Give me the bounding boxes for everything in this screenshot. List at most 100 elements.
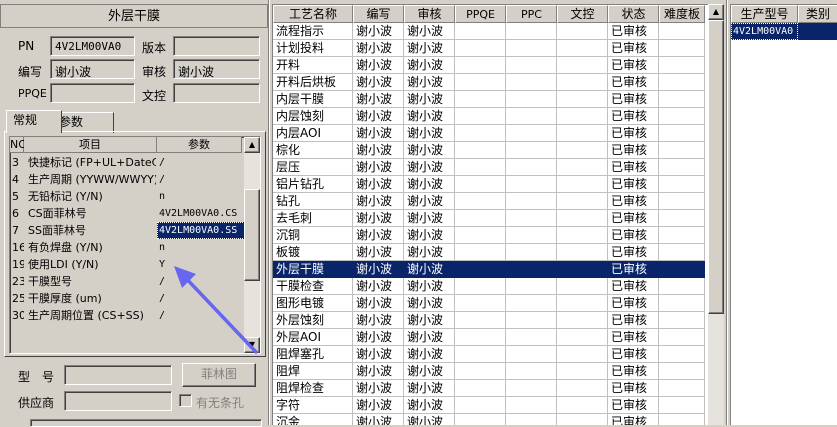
- process-cell-writer[interactable]: 谢小波: [353, 363, 404, 380]
- param-row[interactable]: 6 CS面菲林号 4V2LM00VA0.CS: [10, 205, 244, 222]
- process-cell-status[interactable]: 已审核: [608, 244, 659, 261]
- process-row[interactable]: 去毛刺 谢小波 谢小波 已审核: [273, 210, 705, 227]
- process-cell-status[interactable]: 已审核: [608, 74, 659, 91]
- process-cell-doc[interactable]: [557, 363, 608, 380]
- process-cell-ppqe[interactable]: [455, 40, 506, 57]
- param-row[interactable]: 3 快捷标记 (FP+UL+DateC) /: [10, 154, 244, 171]
- process-cell-doc[interactable]: [557, 210, 608, 227]
- process-row[interactable]: 沉铜 谢小波 谢小波 已审核: [273, 227, 705, 244]
- process-cell-difficulty[interactable]: [659, 125, 705, 142]
- process-row[interactable]: 层压 谢小波 谢小波 已审核: [273, 159, 705, 176]
- process-row[interactable]: 图形电镀 谢小波 谢小波 已审核: [273, 295, 705, 312]
- process-cell-ppc[interactable]: [506, 244, 557, 261]
- process-cell-writer[interactable]: 谢小波: [353, 414, 404, 425]
- process-row[interactable]: 内层AOI 谢小波 谢小波 已审核: [273, 125, 705, 142]
- process-cell-status[interactable]: 已审核: [608, 193, 659, 210]
- model-field[interactable]: [64, 365, 172, 385]
- process-cell-reviewer[interactable]: 谢小波: [404, 329, 455, 346]
- process-row[interactable]: 外层干膜 谢小波 谢小波 已审核: [273, 261, 705, 278]
- process-cell-ppc[interactable]: [506, 193, 557, 210]
- process-cell-status[interactable]: 已审核: [608, 397, 659, 414]
- process-cell-name[interactable]: 开料后烘板: [273, 74, 353, 91]
- process-cell-difficulty[interactable]: [659, 159, 705, 176]
- process-cell-writer[interactable]: 谢小波: [353, 261, 404, 278]
- process-cell-ppqe[interactable]: [455, 176, 506, 193]
- process-cell-status[interactable]: 已审核: [608, 40, 659, 57]
- process-cell-reviewer[interactable]: 谢小波: [404, 176, 455, 193]
- process-cell-reviewer[interactable]: 谢小波: [404, 261, 455, 278]
- process-cell-doc[interactable]: [557, 346, 608, 363]
- process-cell-writer[interactable]: 谢小波: [353, 193, 404, 210]
- process-cell-reviewer[interactable]: 谢小波: [404, 57, 455, 74]
- process-cell-name[interactable]: 去毛刺: [273, 210, 353, 227]
- process-cell-difficulty[interactable]: [659, 108, 705, 125]
- process-cell-ppc[interactable]: [506, 23, 557, 40]
- process-cell-difficulty[interactable]: [659, 329, 705, 346]
- process-cell-difficulty[interactable]: [659, 244, 705, 261]
- process-cell-ppc[interactable]: [506, 176, 557, 193]
- process-cell-name[interactable]: 内层干膜: [273, 91, 353, 108]
- process-cell-reviewer[interactable]: 谢小波: [404, 397, 455, 414]
- process-cell-doc[interactable]: [557, 227, 608, 244]
- col-header-writer[interactable]: 编写: [353, 5, 404, 23]
- process-cell-name[interactable]: 板镀: [273, 244, 353, 261]
- process-cell-ppqe[interactable]: [455, 329, 506, 346]
- process-cell-writer[interactable]: 谢小波: [353, 142, 404, 159]
- process-cell-difficulty[interactable]: [659, 176, 705, 193]
- param-value-cell[interactable]: n: [157, 239, 245, 256]
- process-cell-ppqe[interactable]: [455, 57, 506, 74]
- category-cell[interactable]: [798, 23, 837, 40]
- process-cell-ppqe[interactable]: [455, 295, 506, 312]
- process-cell-status[interactable]: 已审核: [608, 295, 659, 312]
- process-cell-ppqe[interactable]: [455, 363, 506, 380]
- process-cell-doc[interactable]: [557, 176, 608, 193]
- param-header-item[interactable]: 项目: [24, 137, 157, 153]
- process-cell-ppc[interactable]: [506, 312, 557, 329]
- col-header-status[interactable]: 状态: [608, 5, 659, 23]
- process-cell-reviewer[interactable]: 谢小波: [404, 227, 455, 244]
- process-cell-writer[interactable]: 谢小波: [353, 57, 404, 74]
- col-header-doc-control[interactable]: 文控: [557, 5, 608, 23]
- process-cell-name[interactable]: 棕化: [273, 142, 353, 159]
- process-cell-difficulty[interactable]: [659, 312, 705, 329]
- col-header-ppc[interactable]: PPC: [506, 5, 557, 23]
- process-cell-reviewer[interactable]: 谢小波: [404, 108, 455, 125]
- param-value-cell[interactable]: 4V2LM00VA0.CS: [157, 205, 245, 222]
- param-value-cell[interactable]: n: [157, 188, 245, 205]
- process-cell-doc[interactable]: [557, 414, 608, 425]
- process-cell-status[interactable]: 已审核: [608, 278, 659, 295]
- process-cell-reviewer[interactable]: 谢小波: [404, 363, 455, 380]
- process-cell-ppqe[interactable]: [455, 278, 506, 295]
- process-cell-ppqe[interactable]: [455, 125, 506, 142]
- process-row[interactable]: 内层蚀刻 谢小波 谢小波 已审核: [273, 108, 705, 125]
- process-cell-doc[interactable]: [557, 295, 608, 312]
- process-cell-ppc[interactable]: [506, 329, 557, 346]
- process-row[interactable]: 字符 谢小波 谢小波 已审核: [273, 397, 705, 414]
- process-cell-writer[interactable]: 谢小波: [353, 108, 404, 125]
- process-row[interactable]: 板镀 谢小波 谢小波 已审核: [273, 244, 705, 261]
- process-cell-ppc[interactable]: [506, 363, 557, 380]
- process-cell-ppc[interactable]: [506, 91, 557, 108]
- process-cell-difficulty[interactable]: [659, 227, 705, 244]
- process-cell-writer[interactable]: 谢小波: [353, 380, 404, 397]
- process-cell-doc[interactable]: [557, 74, 608, 91]
- process-cell-doc[interactable]: [557, 142, 608, 159]
- process-cell-reviewer[interactable]: 谢小波: [404, 125, 455, 142]
- process-cell-doc[interactable]: [557, 329, 608, 346]
- process-cell-ppc[interactable]: [506, 261, 557, 278]
- process-cell-name[interactable]: 外层AOI: [273, 329, 353, 346]
- film-image-button[interactable]: 菲林图: [182, 363, 256, 387]
- param-header-param[interactable]: 参数: [157, 137, 242, 153]
- process-cell-ppc[interactable]: [506, 414, 557, 425]
- process-row[interactable]: 开料后烘板 谢小波 谢小波 已审核: [273, 74, 705, 91]
- process-cell-ppc[interactable]: [506, 159, 557, 176]
- process-cell-doc[interactable]: [557, 193, 608, 210]
- process-cell-ppc[interactable]: [506, 346, 557, 363]
- process-cell-difficulty[interactable]: [659, 74, 705, 91]
- process-cell-doc[interactable]: [557, 397, 608, 414]
- process-cell-ppc[interactable]: [506, 295, 557, 312]
- process-row[interactable]: 计划投料 谢小波 谢小波 已审核: [273, 40, 705, 57]
- process-cell-reviewer[interactable]: 谢小波: [404, 210, 455, 227]
- process-cell-status[interactable]: 已审核: [608, 91, 659, 108]
- process-cell-writer[interactable]: 谢小波: [353, 397, 404, 414]
